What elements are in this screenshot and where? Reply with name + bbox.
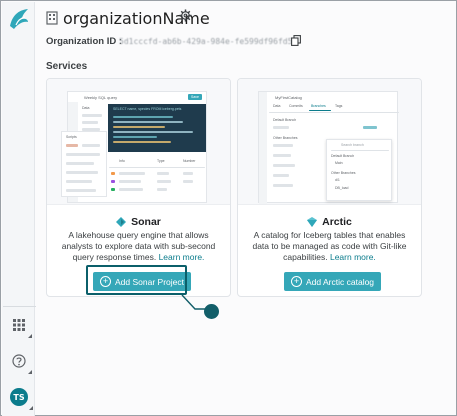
caret-icon: [29, 406, 33, 410]
help-icon: [12, 354, 26, 368]
organization-building-icon: [46, 11, 58, 25]
services-heading: Services: [46, 61, 88, 72]
arctic-preview-branch-menu: Search branch Default Branch Main Other …: [326, 139, 392, 201]
arctic-title: Arctic: [238, 216, 421, 228]
sonar-service-card: Weekly SQL query Save Data SELECT name, …: [46, 78, 231, 297]
sonar-preview-image: Weekly SQL query Save Data SELECT name, …: [47, 79, 230, 205]
grid-icon: [13, 319, 25, 331]
sonar-button-highlight: [86, 265, 187, 295]
sonar-preview-title: Weekly SQL query: [84, 95, 118, 100]
sonar-preview-table: Info Type Number: [109, 159, 205, 199]
sidebar: TS: [2, 2, 36, 416]
sonar-preview-scripts: Scripts: [61, 131, 107, 197]
gear-icon[interactable]: [179, 9, 192, 22]
arctic-service-card: MyFirstCatalog Data Commits Branches Tag…: [237, 78, 422, 297]
plus-circle-icon: +: [291, 276, 302, 287]
arctic-description: A catalog for Iceberg tables that enable…: [252, 230, 407, 262]
add-arctic-catalog-button[interactable]: + Add Arctic catalog: [284, 272, 382, 291]
organization-id-label: Organization ID :: [46, 36, 122, 47]
sonar-title: Sonar: [47, 216, 230, 228]
sonar-preview-data-tab: Data: [82, 106, 90, 110]
copy-icon[interactable]: [291, 35, 301, 46]
app-window: TS organizationName Organization ID : 5d…: [0, 0, 457, 416]
user-avatar-button[interactable]: TS: [10, 388, 33, 410]
sidebar-help-button[interactable]: [8, 350, 32, 374]
avatar-initials: TS: [13, 392, 25, 402]
arctic-icon: [307, 217, 318, 227]
sonar-preview-save: Save: [188, 94, 202, 100]
sonar-preview-code: SELECT name, species FROM iceberg.pets: [108, 104, 206, 152]
arctic-preview-image: MyFirstCatalog Data Commits Branches Tag…: [238, 79, 421, 205]
sidebar-apps-button[interactable]: [8, 314, 32, 338]
sonar-icon: [116, 217, 127, 227]
arctic-learn-more-link[interactable]: Learn more.: [330, 252, 376, 262]
sidebar-divider: [3, 306, 36, 307]
caret-icon: [28, 370, 32, 374]
sonar-description: A lakehouse query engine that allows ana…: [61, 230, 216, 262]
caret-icon: [28, 334, 32, 338]
organization-id-value: 5d1cccfd-ab6b-429a-984e-fe599df96fd5: [119, 37, 293, 46]
dremio-logo-icon[interactable]: [6, 6, 32, 32]
callout-dot: [204, 304, 219, 319]
sonar-learn-more-link[interactable]: Learn more.: [159, 252, 205, 262]
